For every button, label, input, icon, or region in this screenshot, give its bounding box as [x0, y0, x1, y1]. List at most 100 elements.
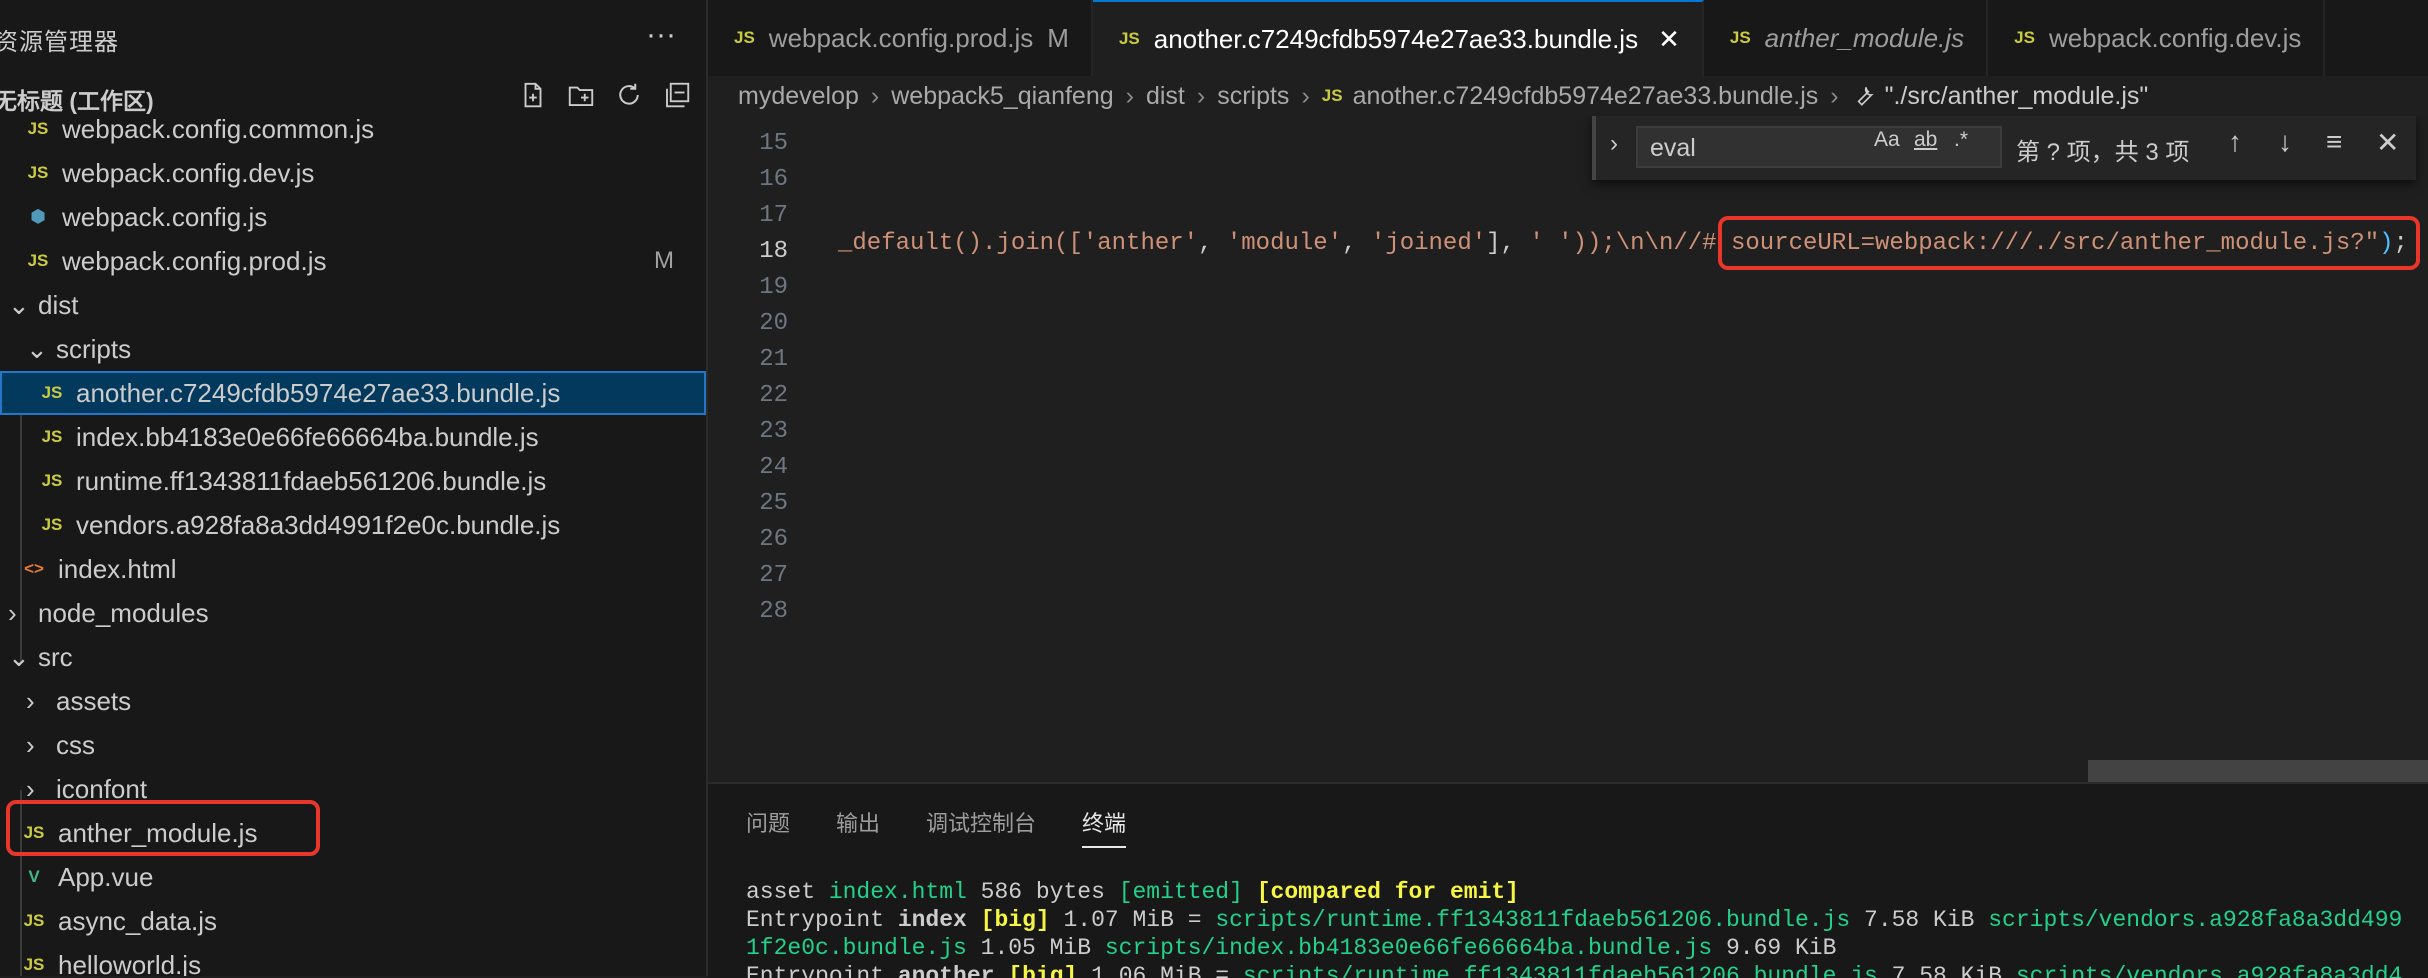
match-case-icon[interactable]: Aa	[1874, 128, 1900, 152]
tree-item-label: App.vue	[58, 861, 154, 892]
annotation-box-source-url	[1718, 216, 2420, 270]
tree-folder-assets[interactable]: › assets	[0, 679, 706, 723]
tree-item-index-html[interactable]: <> index.html	[0, 547, 706, 591]
arrow-down-icon[interactable]: ↓	[2278, 126, 2292, 158]
new-folder-icon[interactable]	[566, 80, 596, 110]
tab-webpack-config-prod[interactable]: JS webpack.config.prod.js M	[708, 0, 1093, 76]
tree-folder-dist[interactable]: ⌄ dist	[0, 283, 706, 327]
code-token: 'anther'	[1082, 230, 1199, 257]
terminal-output[interactable]: asset index.html 586 bytes [emitted] [co…	[746, 878, 2402, 978]
code-token: ' '	[1529, 230, 1573, 257]
tree-item-webpack-config-dev[interactable]: JS webpack.config.dev.js	[0, 151, 706, 195]
terminal-text: 9.69 KiB	[1712, 935, 1837, 961]
vue-file-icon: V	[28, 867, 40, 886]
breadcrumb-symbol[interactable]: "./src/anther_module.js"	[1885, 82, 2149, 111]
tree-item-label: index.bb4183e0e66fe66664ba.bundle.js	[76, 421, 539, 452]
code-editor[interactable]: 15 16 17 18 19 20 21 22 23 24 25 26 27 28 _default().…	[708, 116, 2428, 782]
more-actions-icon[interactable]: ···	[646, 18, 676, 52]
chevron-down-icon: ⌄	[8, 289, 30, 320]
explorer-title: 资源管理器	[0, 29, 119, 56]
terminal-text: scripts/runtime.ff1343811fdaeb561206.bun…	[1215, 907, 1851, 933]
js-file-icon: JS	[23, 911, 45, 930]
tree-item-async-data[interactable]: JS async_data.js	[0, 899, 706, 943]
find-in-selection-icon[interactable]: ≡	[2326, 126, 2342, 158]
close-icon[interactable]: ✕	[1658, 24, 1680, 55]
find-input[interactable]: eval	[1636, 126, 2002, 168]
match-whole-word-icon[interactable]: ab	[1914, 128, 1937, 152]
line-number: 18	[759, 238, 788, 265]
tab-webpack-config-dev[interactable]: JS webpack.config.dev.js	[1988, 0, 2326, 76]
tree-item-helloworld[interactable]: JS helloworld.js	[0, 943, 706, 977]
tree-item-label: webpack.config.prod.js	[62, 245, 327, 276]
tree-item-label: another.c7249cfdb5974e27ae33.bundle.js	[76, 377, 561, 408]
chevron-down-icon: ⌄	[26, 333, 48, 364]
code-token: 'joined'	[1370, 230, 1487, 257]
breadcrumb-item[interactable]: scripts	[1217, 82, 1289, 111]
html-file-icon: <>	[24, 559, 44, 578]
tree-item-webpack-config[interactable]: ⬢ webpack.config.js	[0, 195, 706, 239]
arrow-up-icon[interactable]: ↑	[2228, 126, 2242, 158]
tab-another-bundle[interactable]: JS another.c7249cfdb5974e27ae33.bundle.j…	[1092, 0, 1704, 76]
tree-item-label: index.html	[58, 553, 177, 584]
terminal-text: 7.58 KiB	[1850, 907, 1989, 933]
terminal-text: scripts/vendors.a928fa8a3dd499	[1988, 907, 2403, 933]
line-number: 21	[759, 346, 788, 373]
tree-item-app-vue[interactable]: V App.vue	[0, 855, 706, 899]
tree-item-vendors-bundle[interactable]: JS vendors.a928fa8a3dd4991f2e0c.bundle.js	[0, 503, 706, 547]
tab-label: anther_module.js	[1764, 22, 1965, 53]
chevron-down-icon: ⌄	[8, 641, 30, 672]
tab-label: webpack.config.prod.js	[768, 22, 1034, 53]
refresh-icon[interactable]	[614, 80, 644, 110]
chevron-right-icon: ›	[8, 597, 17, 628]
terminal-text: index.html	[828, 879, 967, 905]
modified-badge: M	[654, 247, 674, 274]
tree-folder-scripts[interactable]: ⌄ scripts	[0, 327, 706, 371]
tree-folder-css[interactable]: › css	[0, 723, 706, 767]
line-number: 20	[759, 310, 788, 337]
tree-item-another-bundle[interactable]: JS another.c7249cfdb5974e27ae33.bundle.js	[0, 371, 706, 415]
new-file-icon[interactable]	[518, 80, 548, 110]
close-icon[interactable]: ✕	[2376, 126, 2399, 159]
breadcrumb: mydevelop › webpack5_qianfeng › dist › s…	[708, 76, 2428, 116]
js-file-icon: JS	[41, 515, 63, 534]
regex-icon[interactable]: .*	[1954, 128, 1968, 152]
chevron-right-icon: ›	[1196, 81, 1206, 110]
horizontal-scrollbar[interactable]	[2088, 760, 2428, 782]
tab-terminal[interactable]: 终端	[1082, 806, 1127, 848]
bottom-panel: 问题 输出 调试控制台 终端 asset index.html 586 byte…	[708, 782, 2428, 978]
breadcrumb-file[interactable]: another.c7249cfdb5974e27ae33.bundle.js	[1353, 82, 1819, 111]
terminal-text: [compared for emit]	[1256, 879, 1519, 905]
chevron-right-icon: ›	[1301, 81, 1310, 110]
chevron-right-icon: ›	[26, 729, 35, 760]
tree-item-label: async_data.js	[58, 905, 217, 936]
tree-item-label: webpack.config.dev.js	[62, 157, 315, 188]
terminal-text: scripts/index.bb4183e0e66fe66664ba.bundl…	[1104, 935, 1713, 961]
terminal-line: 1f2e0c.bundle.js 1.05 MiB scripts/index.…	[746, 934, 2402, 962]
js-file-icon: JS	[41, 427, 63, 446]
tree-folder-src[interactable]: ⌄ src	[0, 635, 706, 679]
tree-item-webpack-config-prod[interactable]: JS webpack.config.prod.js M	[0, 239, 706, 283]
js-file-icon: JS	[1729, 28, 1751, 47]
collapse-all-icon[interactable]	[662, 80, 692, 110]
js-file-icon: JS	[27, 163, 49, 182]
editor-tabs: JS webpack.config.prod.js M JS another.c…	[708, 0, 2428, 76]
tree-item-runtime-bundle[interactable]: JS runtime.ff1343811fdaeb561206.bundle.js	[0, 459, 706, 503]
chevron-right-icon[interactable]: ›	[1610, 130, 1618, 158]
tab-problems[interactable]: 问题	[746, 806, 790, 848]
chevron-right-icon: ›	[26, 685, 35, 716]
tab-output[interactable]: 输出	[836, 806, 880, 848]
line-number: 24	[759, 454, 788, 481]
breadcrumb-item[interactable]: dist	[1146, 82, 1185, 111]
tree-item-webpack-config-common[interactable]: JS webpack.config.common.js	[0, 107, 706, 151]
tab-label: webpack.config.dev.js	[2048, 22, 2302, 53]
find-widget: › eval Aa ab .* 第 ? 项，共 3 项 ↑ ↓ ≡ ✕	[1592, 116, 2416, 180]
tab-debug-console[interactable]: 调试控制台	[926, 806, 1036, 848]
tab-anther-module[interactable]: JS anther_module.js	[1704, 0, 1989, 76]
breadcrumb-item[interactable]: webpack5_qianfeng	[891, 82, 1113, 111]
tree-folder-node-modules[interactable]: › node_modules	[0, 591, 706, 635]
tree-item-index-bundle[interactable]: JS index.bb4183e0e66fe66664ba.bundle.js	[0, 415, 706, 459]
js-file-icon: JS	[27, 119, 49, 138]
breadcrumb-item[interactable]: mydevelop	[738, 82, 859, 111]
